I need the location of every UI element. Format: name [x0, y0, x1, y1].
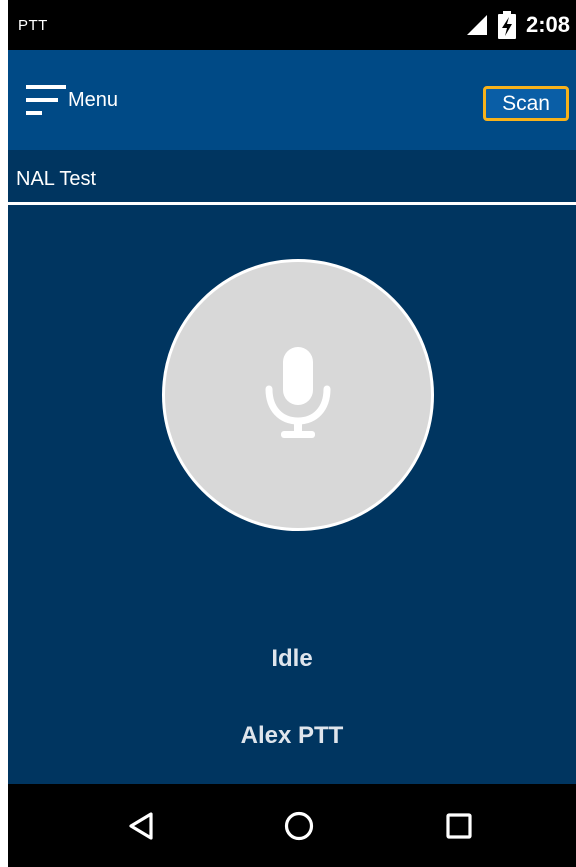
ptt-user-label: Alex PTT [240, 722, 344, 749]
navigation-bar [8, 784, 576, 867]
scan-button[interactable]: Scan [483, 86, 569, 121]
status-app-name: PTT [18, 17, 48, 34]
app-bar: Menu Scan [8, 50, 576, 150]
back-icon [126, 811, 156, 841]
status-bar: PTT 2:08 [8, 0, 576, 50]
phone-screen: PTT 2:08 Menu Scan NAL Test Idle Alex PT… [8, 0, 576, 867]
push-to-talk-button[interactable] [162, 259, 434, 531]
hamburger-menu-icon [26, 85, 66, 119]
menu-button[interactable]: Menu [26, 82, 118, 122]
status-time: 2:08 [525, 12, 570, 37]
microphone-icon [263, 347, 333, 443]
battery-charging-icon [497, 11, 516, 39]
home-button[interactable] [279, 806, 319, 846]
status-indicators: 2:08 [466, 8, 570, 42]
ptt-status-label: Idle [271, 645, 313, 672]
channel-divider [8, 202, 576, 205]
recents-icon [444, 811, 474, 841]
recents-button[interactable] [439, 806, 479, 846]
channel-bar[interactable]: NAL Test [8, 150, 576, 202]
back-button[interactable] [121, 806, 161, 846]
channel-name: NAL Test [16, 168, 97, 190]
menu-label: Menu [68, 88, 119, 111]
home-icon [283, 810, 315, 842]
signal-icon [466, 14, 488, 36]
